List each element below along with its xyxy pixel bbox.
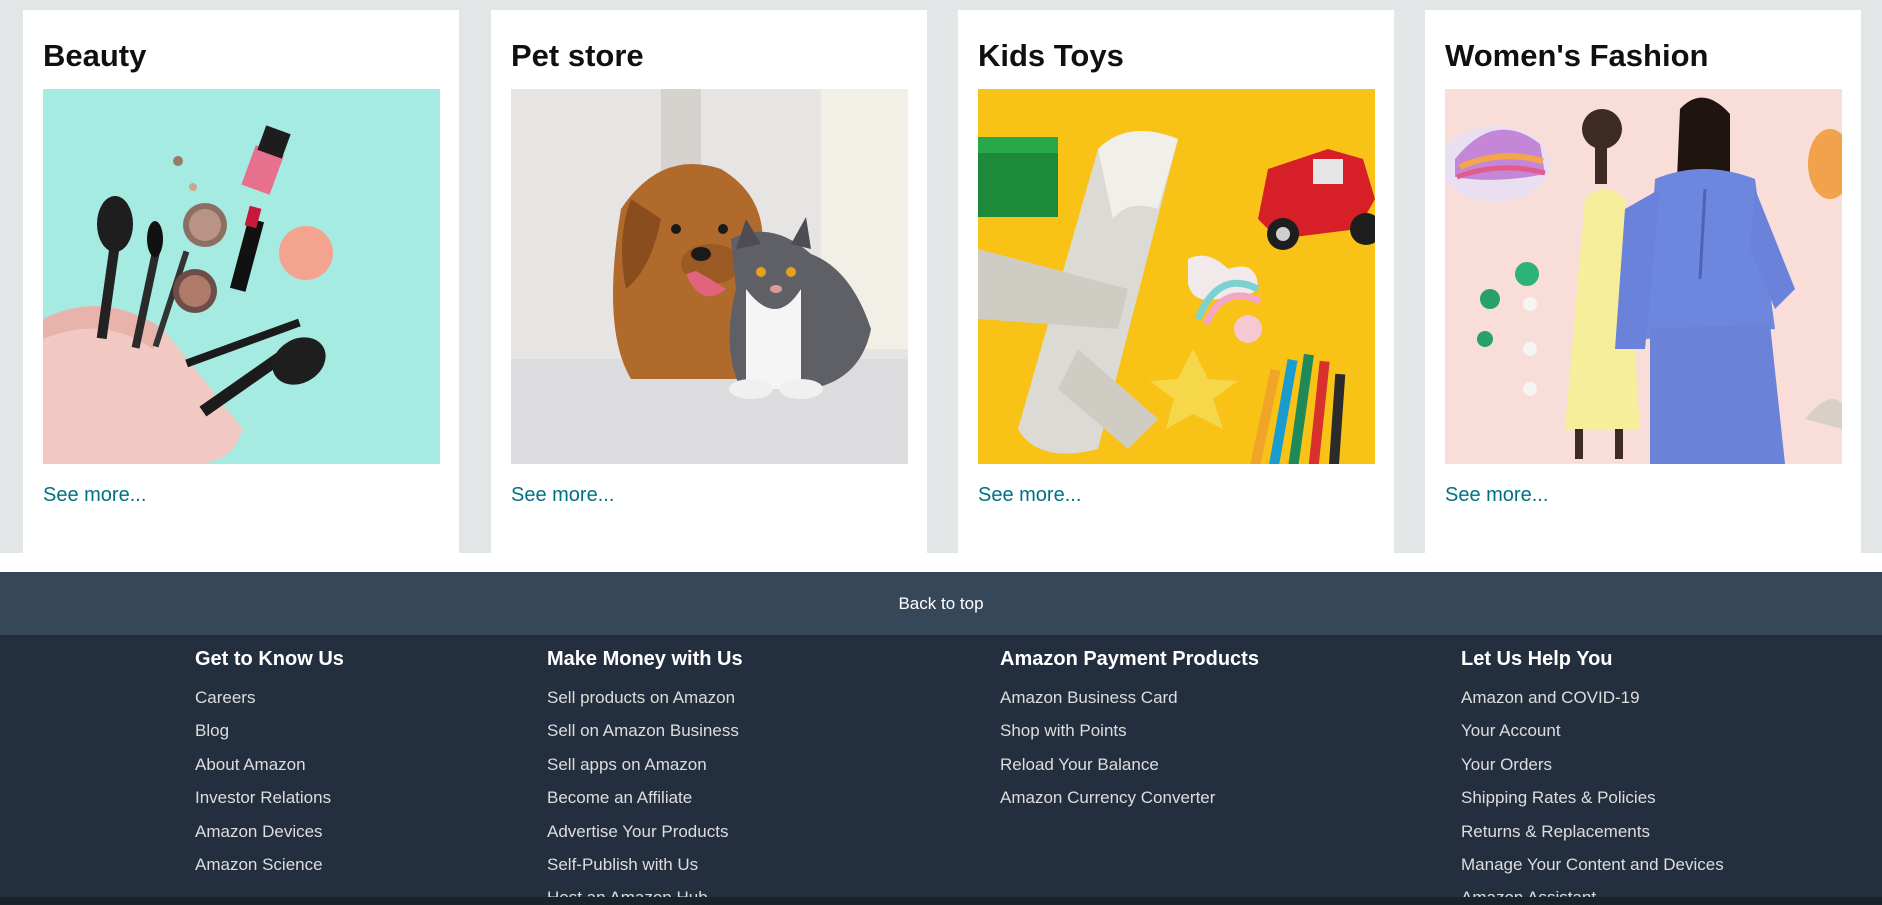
- footer-link[interactable]: Advertise Your Products: [547, 815, 743, 848]
- footer-column-help: Let Us Help You Amazon and COVID-19 Your…: [1461, 647, 1724, 905]
- see-more-link[interactable]: See more...: [978, 484, 1081, 507]
- footer-link[interactable]: Manage Your Content and Devices: [1461, 848, 1724, 881]
- footer-link[interactable]: Shop with Points: [1000, 714, 1259, 747]
- footer-link[interactable]: Amazon Devices: [195, 815, 344, 848]
- see-more-link[interactable]: See more...: [43, 484, 146, 507]
- see-more-link[interactable]: See more...: [1445, 484, 1548, 507]
- footer-link[interactable]: Amazon Business Card: [1000, 681, 1259, 714]
- card-title: Women's Fashion: [1445, 38, 1709, 73]
- footer-column-payment-products: Amazon Payment Products Amazon Business …: [1000, 647, 1259, 815]
- content-bottom-strip: [0, 553, 1882, 572]
- card-title: Pet store: [511, 38, 644, 73]
- card-title: Kids Toys: [978, 38, 1124, 73]
- footer-link[interactable]: Blog: [195, 714, 344, 747]
- footer: Get to Know Us Careers Blog About Amazon…: [0, 635, 1882, 905]
- womens-fashion-image[interactable]: [1445, 89, 1842, 464]
- footer-link[interactable]: Your Orders: [1461, 748, 1724, 781]
- footer-link[interactable]: Amazon Currency Converter: [1000, 781, 1259, 814]
- footer-link[interactable]: Shipping Rates & Policies: [1461, 781, 1724, 814]
- footer-link[interactable]: Returns & Replacements: [1461, 815, 1724, 848]
- footer-column-heading: Let Us Help You: [1461, 648, 1613, 670]
- footer-link[interactable]: Sell apps on Amazon: [547, 748, 743, 781]
- back-to-top-button[interactable]: Back to top: [0, 572, 1882, 635]
- beauty-image[interactable]: [43, 89, 440, 464]
- footer-link[interactable]: Sell on Amazon Business: [547, 714, 743, 747]
- footer-link[interactable]: Become an Affiliate: [547, 781, 743, 814]
- footer-link[interactable]: Amazon and COVID-19: [1461, 681, 1724, 714]
- footer-column-heading: Get to Know Us: [195, 648, 344, 670]
- footer-link[interactable]: Amazon Science: [195, 848, 344, 881]
- kids-toys-image[interactable]: [978, 89, 1375, 464]
- footer-link[interactable]: Reload Your Balance: [1000, 748, 1259, 781]
- footer-column-heading: Amazon Payment Products: [1000, 648, 1259, 670]
- footer-link[interactable]: Your Account: [1461, 714, 1724, 747]
- footer-column-get-to-know-us: Get to Know Us Careers Blog About Amazon…: [195, 647, 344, 881]
- card-womens-fashion: Women's Fashion See more...: [1425, 10, 1861, 553]
- footer-column-heading: Make Money with Us: [547, 648, 743, 670]
- footer-bottom-edge: [0, 897, 1882, 905]
- footer-link[interactable]: Careers: [195, 681, 344, 714]
- pet-store-image[interactable]: [511, 89, 908, 464]
- footer-link[interactable]: Sell products on Amazon: [547, 681, 743, 714]
- footer-link[interactable]: Self-Publish with Us: [547, 848, 743, 881]
- category-cards-area: Beauty See more... Pet store See more...…: [0, 0, 1882, 572]
- footer-link[interactable]: About Amazon: [195, 748, 344, 781]
- footer-link[interactable]: Investor Relations: [195, 781, 344, 814]
- card-pet-store: Pet store See more...: [491, 10, 927, 553]
- see-more-link[interactable]: See more...: [511, 484, 614, 507]
- card-title: Beauty: [43, 38, 147, 73]
- footer-column-make-money: Make Money with Us Sell products on Amaz…: [547, 647, 743, 905]
- card-beauty: Beauty See more...: [23, 10, 459, 553]
- card-kids-toys: Kids Toys See more...: [958, 10, 1394, 553]
